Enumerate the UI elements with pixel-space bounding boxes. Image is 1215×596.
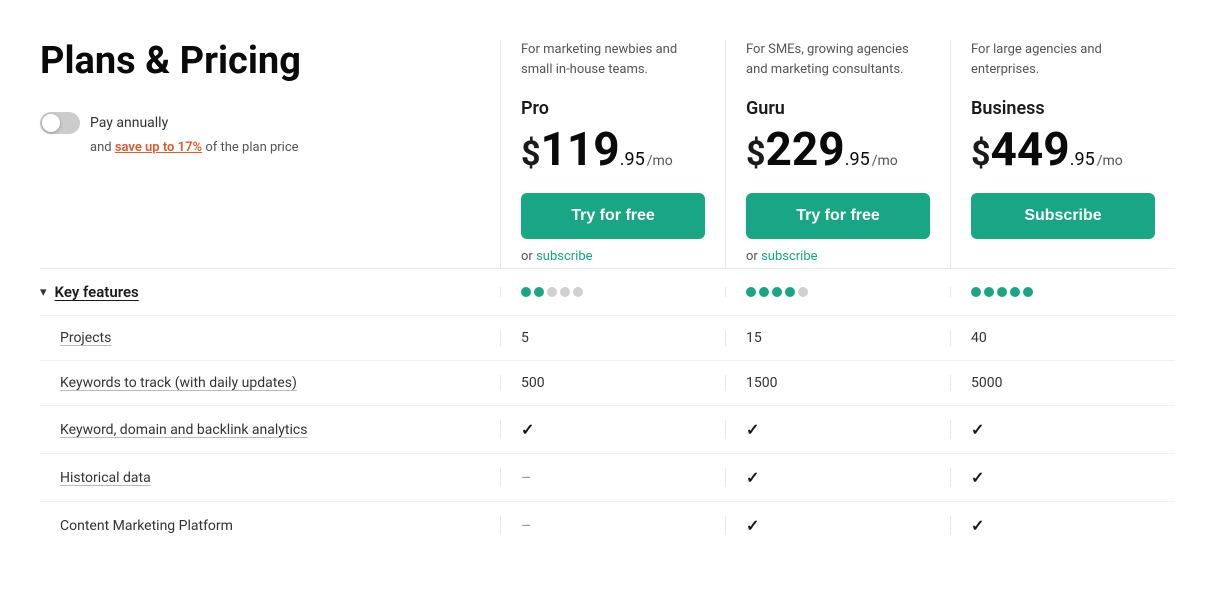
pro-or-subscribe: or subscribe <box>521 249 705 264</box>
guru-dot-5 <box>798 287 808 297</box>
guru-dot-1 <box>746 287 756 297</box>
business-cta-button[interactable]: Subscribe <box>971 193 1155 239</box>
business-price-period: /mo <box>1097 153 1123 169</box>
guru-content-val: ✓ <box>725 516 950 535</box>
business-dot-2 <box>984 287 994 297</box>
toggle-label: Pay annually <box>90 115 168 131</box>
save-highlight: save up to 17% <box>115 140 202 155</box>
guru-price-cents: .95 <box>845 149 870 170</box>
business-dot-1 <box>971 287 981 297</box>
save-description: and save up to 17% of the plan price <box>90 140 480 155</box>
key-features-row: ▾ Key features <box>40 268 1175 315</box>
pro-analytics-val: ✓ <box>500 420 725 439</box>
annual-billing-toggle[interactable] <box>40 112 80 134</box>
feature-row-keywords: Keywords to track (with daily updates) 5… <box>40 360 1175 405</box>
feature-row-historical: Historical data – ✓ ✓ <box>40 453 1175 501</box>
plan-pro: For marketing newbies and small in-house… <box>500 40 725 268</box>
pro-subtitle: For marketing newbies and small in-house… <box>521 40 705 82</box>
guru-price-period: /mo <box>872 153 898 169</box>
plan-guru: For SMEs, growing agencies and marketing… <box>725 40 950 268</box>
pro-projects-val: 5 <box>500 330 725 346</box>
feature-label-projects[interactable]: Projects <box>40 330 500 346</box>
guru-dots <box>725 287 950 297</box>
guru-subtitle: For SMEs, growing agencies and marketing… <box>746 40 930 82</box>
business-dot-4 <box>1010 287 1020 297</box>
guru-dot-2 <box>759 287 769 297</box>
key-features-label[interactable]: Key features <box>55 283 139 301</box>
guru-cta-button[interactable]: Try for free <box>746 193 930 239</box>
business-price: $ 449 .95 /mo <box>971 123 1155 177</box>
pro-name: Pro <box>521 98 705 119</box>
toggle-knob <box>42 114 60 132</box>
business-subtitle: For large agencies and enterprises. <box>971 40 1155 82</box>
chevron-icon: ▾ <box>40 285 47 300</box>
business-price-cents: .95 <box>1070 149 1095 170</box>
pro-dot-3 <box>547 287 557 297</box>
guru-or-subscribe: or subscribe <box>746 249 930 264</box>
business-content-val: ✓ <box>950 516 1175 535</box>
guru-analytics-val: ✓ <box>725 420 950 439</box>
guru-projects-val: 15 <box>725 330 950 346</box>
pro-price-main: 119 <box>541 123 620 177</box>
feature-label-keywords[interactable]: Keywords to track (with daily updates) <box>40 375 500 391</box>
feature-row-analytics: Keyword, domain and backlink analytics ✓… <box>40 405 1175 453</box>
guru-keywords-val: 1500 <box>725 375 950 391</box>
guru-dot-3 <box>772 287 782 297</box>
guru-price-main: 229 <box>766 123 845 177</box>
business-projects-val: 40 <box>950 330 1175 346</box>
business-price-main: 449 <box>991 123 1070 177</box>
guru-price: $ 229 .95 /mo <box>746 123 930 177</box>
pro-dot-4 <box>560 287 570 297</box>
pro-price-period: /mo <box>647 153 673 169</box>
business-name: Business <box>971 98 1155 119</box>
pro-price: $ 119 .95 /mo <box>521 123 705 177</box>
business-historical-val: ✓ <box>950 468 1175 487</box>
pro-dot-2 <box>534 287 544 297</box>
guru-dot-4 <box>785 287 795 297</box>
pro-dots <box>500 287 725 297</box>
business-dot-5 <box>1023 287 1033 297</box>
pro-content-val: – <box>500 516 725 535</box>
pro-historical-val: – <box>500 468 725 487</box>
guru-historical-val: ✓ <box>725 468 950 487</box>
guru-subscribe-link[interactable]: subscribe <box>761 249 817 264</box>
feature-row-content-marketing: Content Marketing Platform – ✓ ✓ <box>40 501 1175 549</box>
business-analytics-val: ✓ <box>950 420 1175 439</box>
pro-dot-5 <box>573 287 583 297</box>
pro-keywords-val: 500 <box>500 375 725 391</box>
page-title: Plans & Pricing <box>40 40 480 84</box>
business-dot-3 <box>997 287 1007 297</box>
feature-label-historical[interactable]: Historical data <box>40 470 500 486</box>
guru-name: Guru <box>746 98 930 119</box>
feature-label-analytics[interactable]: Keyword, domain and backlink analytics <box>40 422 500 438</box>
pro-price-cents: .95 <box>620 149 645 170</box>
plan-business: For large agencies and enterprises. Busi… <box>950 40 1175 268</box>
business-keywords-val: 5000 <box>950 375 1175 391</box>
business-dots <box>950 287 1175 297</box>
feature-label-content-marketing: Content Marketing Platform <box>40 518 500 534</box>
pro-cta-button[interactable]: Try for free <box>521 193 705 239</box>
pro-subscribe-link[interactable]: subscribe <box>536 249 592 264</box>
pro-dot-1 <box>521 287 531 297</box>
feature-row-projects: Projects 5 15 40 <box>40 315 1175 360</box>
